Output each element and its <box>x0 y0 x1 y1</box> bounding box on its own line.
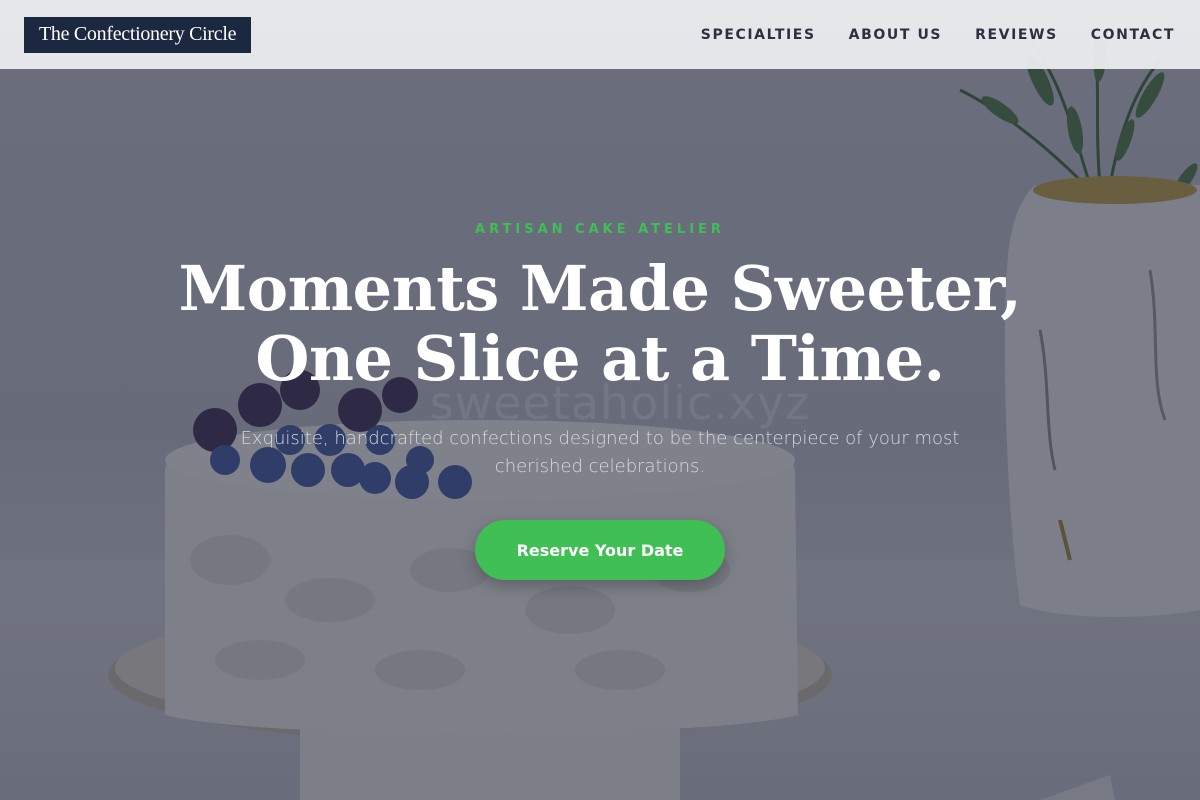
hero-eyebrow: ARTISAN CAKE ATELIER <box>475 222 725 237</box>
watermark-text: sweetaholic.xyz <box>429 376 811 430</box>
site-header: The Confectionery Circle SPECIALTIES ABO… <box>0 0 1200 69</box>
nav-link-contact[interactable]: CONTACT <box>1091 27 1175 43</box>
reserve-date-button[interactable]: Reserve Your Date <box>475 520 725 580</box>
hero-headline-line1: Moments Made Sweeter, <box>178 252 1022 325</box>
hero-subtext: Exquisite, handcrafted confections desig… <box>240 428 960 477</box>
nav-link-about-us[interactable]: ABOUT US <box>849 27 942 43</box>
nav-link-specialties[interactable]: SPECIALTIES <box>701 27 816 43</box>
brand-logo[interactable]: The Confectionery Circle <box>24 16 252 53</box>
hero-headline: Moments Made Sweeter, One Slice at a Tim… <box>0 254 1200 394</box>
nav-link-reviews[interactable]: REVIEWS <box>975 27 1058 43</box>
main-nav: SPECIALTIES ABOUT US REVIEWS CONTACT <box>701 27 1176 43</box>
